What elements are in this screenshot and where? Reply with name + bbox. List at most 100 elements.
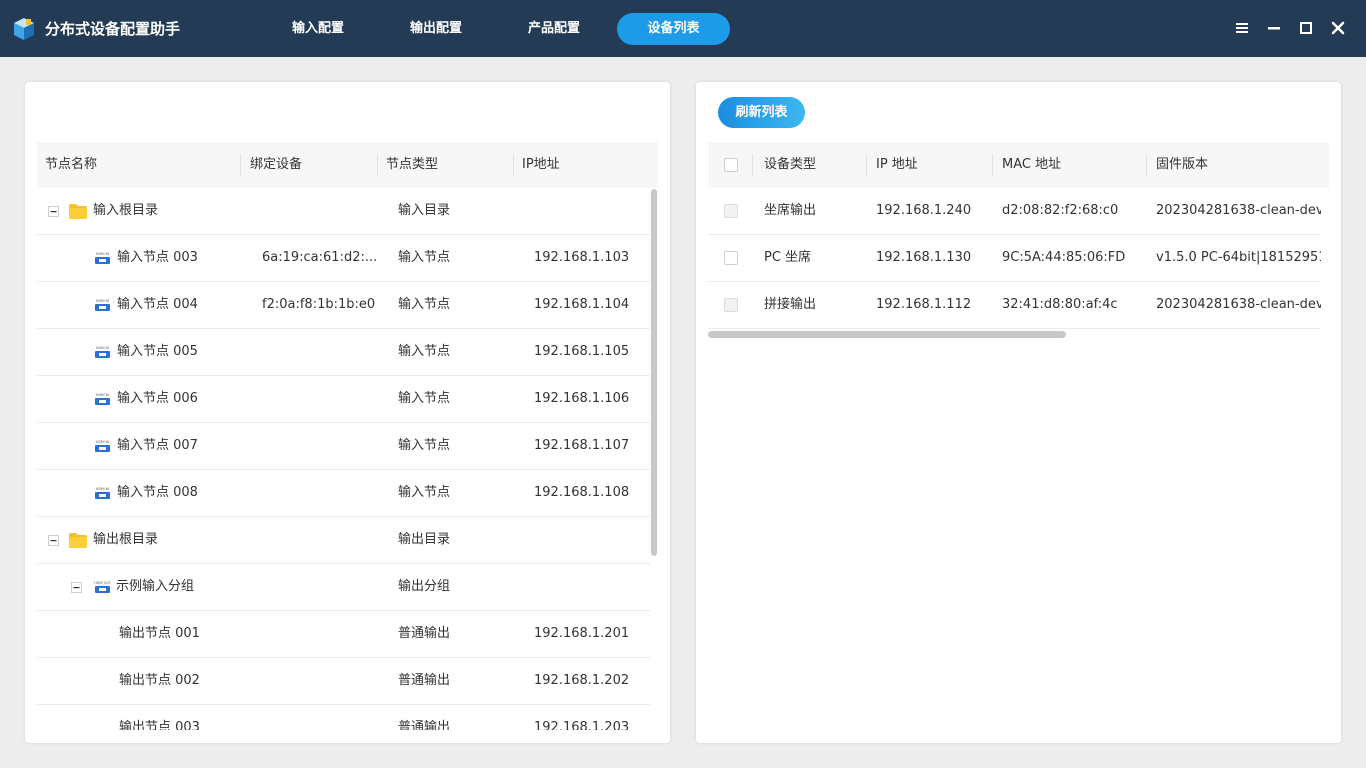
collapse-toggle-icon[interactable] — [48, 206, 59, 217]
column-divider[interactable] — [866, 154, 867, 176]
firmware-cell: 202304281638-clean-dev — [1156, 297, 1321, 312]
bound-device-cell — [262, 423, 382, 469]
node-type-cell: 输出分组 — [398, 579, 451, 594]
column-divider[interactable] — [377, 154, 378, 176]
ip-cell: 192.168.1.112 — [876, 297, 972, 312]
column-header-firmware[interactable]: 固件版本 — [1156, 142, 1208, 188]
column-header-node-name[interactable]: 节点名称 — [45, 142, 97, 188]
tree-row[interactable]: HDMI IN 输入节点 005 输入节点 192.168.1.105 — [37, 329, 650, 376]
tab-output-config[interactable]: 输出配置 — [394, 13, 478, 45]
bound-device-cell — [262, 658, 382, 704]
folder-icon — [69, 533, 87, 548]
column-header-node-type[interactable]: 节点类型 — [386, 142, 438, 188]
column-header-device-type[interactable]: 设备类型 — [764, 142, 816, 188]
node-type-cell: 普通输出 — [398, 673, 451, 688]
bound-device-cell — [262, 705, 382, 730]
tree-table-header: 节点名称 绑定设备 节点类型 IP地址 — [37, 142, 658, 188]
row-checkbox[interactable] — [724, 298, 738, 312]
column-divider[interactable] — [752, 154, 753, 176]
svg-text:HDMI IN: HDMI IN — [96, 487, 109, 491]
ip-cell: 192.168.1.105 — [534, 344, 630, 359]
bound-device-cell: 6a:19:ca:61:d2:... — [262, 250, 378, 265]
firmware-cell: 202304281638-clean-dev — [1156, 203, 1321, 218]
tree-row[interactable]: HDMI IN 输入节点 006 输入节点 192.168.1.106 — [37, 376, 650, 423]
refresh-list-button[interactable]: 刷新列表 — [718, 97, 805, 128]
device-row[interactable]: 坐席输出 192.168.1.240 d2:08:82:f2:68:c0 202304… — [708, 188, 1321, 235]
tab-product-config[interactable]: 产品配置 — [512, 13, 596, 45]
mac-cell: 9C:5A:44:85:06:FD — [1002, 250, 1126, 265]
node-name-cell: 输入节点 008 — [117, 485, 198, 500]
ip-cell — [534, 517, 644, 563]
device-row[interactable]: PC 坐席 192.168.1.130 9C:5A:44:85:06:FD v1.5.… — [708, 235, 1321, 282]
app-title: 分布式设备配置助手 — [45, 20, 181, 38]
column-divider[interactable] — [992, 154, 993, 176]
node-type-cell: 输入节点 — [398, 438, 451, 453]
ip-cell: 192.168.1.108 — [534, 485, 630, 500]
tree-row[interactable]: HDMI OUT 示例输入分组 输出分组 — [37, 564, 650, 611]
bound-device-cell — [262, 564, 382, 610]
tab-input-config[interactable]: 输入配置 — [276, 13, 360, 45]
ip-cell: 192.168.1.106 — [534, 391, 630, 406]
row-checkbox[interactable] — [724, 204, 738, 218]
node-name-cell: 输出根目录 — [93, 532, 159, 547]
svg-text:HDMI IN: HDMI IN — [96, 252, 109, 256]
tree-row[interactable]: 输出节点 002 普通输出 192.168.1.202 — [37, 658, 650, 705]
maximize-icon[interactable] — [1295, 17, 1317, 39]
column-divider[interactable] — [240, 154, 241, 176]
node-type-cell: 输入节点 — [398, 297, 451, 312]
column-header-mac[interactable]: MAC 地址 — [1002, 142, 1061, 188]
svg-text:HDMI IN: HDMI IN — [96, 440, 109, 444]
collapse-toggle-icon[interactable] — [48, 535, 59, 546]
node-type-cell: 输入节点 — [398, 250, 451, 265]
column-divider[interactable] — [1146, 154, 1147, 176]
tab-device-list[interactable]: 设备列表 — [617, 13, 730, 45]
device-type-cell: 拼接输出 — [764, 297, 817, 312]
collapse-toggle-icon[interactable] — [71, 582, 82, 593]
hdmi-in-icon: HDMI IN — [95, 299, 110, 311]
ip-cell: 192.168.1.203 — [534, 720, 630, 730]
tree-row[interactable]: 输入根目录 输入目录 — [37, 188, 650, 235]
device-row[interactable]: 拼接输出 192.168.1.112 32:41:d8:80:af:4c 202304… — [708, 282, 1321, 329]
row-checkbox[interactable] — [724, 251, 738, 265]
tree-row[interactable]: 输出节点 001 普通输出 192.168.1.201 — [37, 611, 650, 658]
vertical-scrollbar[interactable] — [651, 189, 657, 556]
node-name-cell: 输入节点 003 — [117, 250, 198, 265]
node-type-cell: 输出目录 — [398, 532, 451, 547]
hdmi-in-icon: HDMI IN — [95, 440, 110, 452]
hdmi-in-icon: HDMI IN — [95, 252, 110, 264]
column-divider[interactable] — [513, 154, 514, 176]
node-name-cell: 输出节点 002 — [119, 673, 200, 688]
minimize-icon[interactable] — [1263, 17, 1285, 39]
tree-row[interactable]: 输出节点 003 普通输出 192.168.1.203 — [37, 705, 650, 730]
mac-cell: d2:08:82:f2:68:c0 — [1002, 203, 1119, 218]
node-tree-panel: 节点名称 绑定设备 节点类型 IP地址 输入根目录 输入目录 HDMI IN 输入节点… — [25, 82, 670, 743]
column-header-bound-device[interactable]: 绑定设备 — [250, 142, 302, 188]
app-logo-icon — [14, 18, 34, 40]
ip-cell: 192.168.1.240 — [876, 203, 972, 218]
column-header-ip[interactable]: IP地址 — [522, 142, 560, 188]
bound-device-cell — [262, 517, 382, 563]
tree-row[interactable]: HDMI IN 输入节点 003 6a:19:ca:61:d2:... 输入节点 192… — [37, 235, 650, 282]
node-name-cell: 输入节点 006 — [117, 391, 198, 406]
tree-row[interactable]: HDMI IN 输入节点 008 输入节点 192.168.1.108 — [37, 470, 650, 517]
ip-cell: 192.168.1.201 — [534, 626, 630, 641]
ip-cell: 192.168.1.103 — [534, 250, 630, 265]
device-table-header: 设备类型 IP 地址 MAC 地址 固件版本 — [708, 142, 1329, 188]
close-icon[interactable] — [1327, 17, 1349, 39]
node-type-cell: 输入目录 — [398, 203, 451, 218]
tree-row[interactable]: HDMI IN 输入节点 004 f2:0a:f8:1b:1b:e0 输入节点 192.… — [37, 282, 650, 329]
tree-row[interactable]: 输出根目录 输出目录 — [37, 517, 650, 564]
column-header-ip[interactable]: IP 地址 — [876, 142, 918, 188]
ip-cell: 192.168.1.104 — [534, 297, 630, 312]
select-all-checkbox[interactable] — [724, 158, 738, 172]
bound-device-cell — [262, 188, 382, 234]
node-name-cell: 输入根目录 — [93, 203, 159, 218]
tree-row[interactable]: HDMI IN 输入节点 007 输入节点 192.168.1.107 — [37, 423, 650, 470]
hdmi-in-icon: HDMI IN — [95, 346, 110, 358]
horizontal-scrollbar[interactable] — [708, 331, 1066, 338]
hdmi-in-icon: HDMI IN — [95, 487, 110, 499]
svg-text:HDMI IN: HDMI IN — [96, 393, 109, 397]
node-name-cell: 输出节点 003 — [119, 720, 200, 730]
menu-icon[interactable] — [1231, 17, 1253, 39]
bound-device-cell — [262, 470, 382, 516]
